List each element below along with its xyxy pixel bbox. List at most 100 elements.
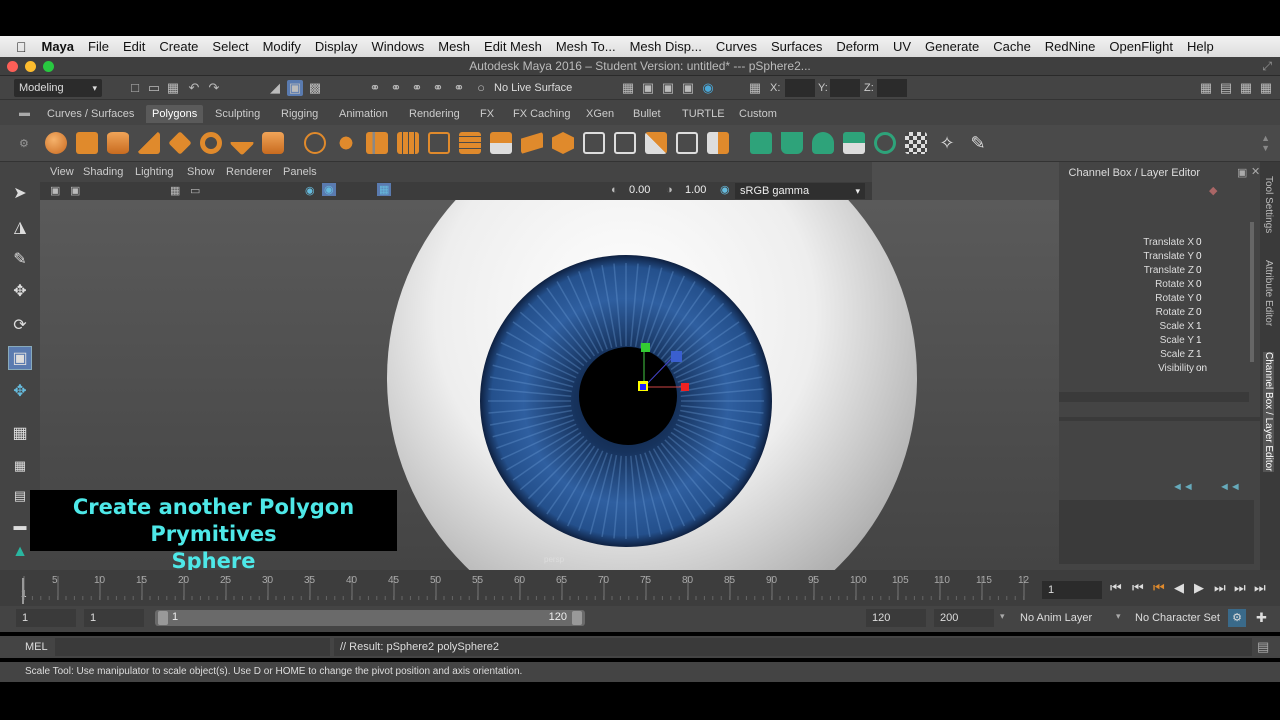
tab-channel-box[interactable]: Channel Box / Layer Editor xyxy=(1263,352,1274,472)
menu-deform[interactable]: Deform xyxy=(829,39,886,54)
range-handle-end[interactable] xyxy=(572,611,582,625)
cb-value[interactable]: 0 xyxy=(1196,279,1202,290)
vp-menu-panels[interactable]: Panels xyxy=(283,166,317,178)
poly-pipe-icon[interactable] xyxy=(262,132,284,154)
poly-sphere-icon[interactable] xyxy=(45,132,67,154)
tab-curves-surfaces[interactable]: Curves / Surfaces xyxy=(41,105,140,123)
zoom-window-button[interactable] xyxy=(43,61,54,72)
tab-polygons[interactable]: Polygons xyxy=(146,105,204,123)
menu-help[interactable]: Help xyxy=(1180,39,1221,54)
layer-new-icon[interactable]: ◄◄ xyxy=(1219,481,1241,493)
y-field[interactable] xyxy=(830,79,860,97)
tab-fx[interactable]: FX xyxy=(474,105,500,123)
bridge-icon[interactable] xyxy=(583,132,605,154)
time-slider[interactable]: 1510152025303540455055606570758085909510… xyxy=(0,570,1280,606)
scale-handle-y[interactable] xyxy=(641,343,650,352)
tab-fx-caching[interactable]: FX Caching xyxy=(507,105,576,123)
keyframe-icon[interactable]: ◆ xyxy=(1209,184,1217,197)
menu-curves[interactable]: Curves xyxy=(709,39,764,54)
bevel-icon[interactable] xyxy=(552,132,574,154)
rotate-tool-icon[interactable]: ⟳ xyxy=(8,314,32,338)
menu-rednine[interactable]: RedNine xyxy=(1038,39,1103,54)
snap-grid-icon[interactable]: ⚭ xyxy=(367,80,383,96)
cb-value[interactable]: 1 xyxy=(1196,335,1202,346)
uv-planar-icon[interactable] xyxy=(750,132,772,154)
cb-value[interactable]: 1 xyxy=(1196,349,1202,360)
uv-checker-icon[interactable] xyxy=(905,132,927,154)
new-scene-icon[interactable]: □ xyxy=(127,80,143,96)
close-icon[interactable]: ✕ xyxy=(1251,165,1260,178)
range-handle-start[interactable] xyxy=(158,611,168,625)
play-forward-icon[interactable]: ▶ xyxy=(1194,580,1204,596)
uv-unfold-icon[interactable] xyxy=(874,132,896,154)
x-field[interactable] xyxy=(785,79,815,97)
scale-handle-x[interactable] xyxy=(681,383,689,391)
color-space-select[interactable]: sRGB gamma ▾ xyxy=(735,183,865,199)
apple-icon[interactable]:  xyxy=(0,39,35,55)
current-time-marker[interactable] xyxy=(22,578,24,604)
tab-rigging[interactable]: Rigging xyxy=(275,105,324,123)
gear-icon[interactable]: ⚙ xyxy=(19,137,29,150)
chevron-down-icon[interactable]: ▾ xyxy=(1116,611,1121,622)
grid-icon[interactable]: ▦ xyxy=(170,184,180,197)
scale-handle-z[interactable] xyxy=(671,351,682,362)
menu-set-select[interactable]: Modeling ▾ xyxy=(14,79,102,97)
separate-icon[interactable] xyxy=(366,132,388,154)
go-to-start-icon[interactable]: ⏮ xyxy=(1110,580,1122,596)
poly-plane-icon[interactable] xyxy=(168,131,192,155)
exposure-value[interactable]: 0.00 xyxy=(629,184,650,196)
shelf-menu-icon[interactable]: ▬ xyxy=(19,107,30,119)
select-component-icon[interactable]: ▩ xyxy=(307,80,323,96)
render-icon[interactable]: ▣ xyxy=(640,80,656,96)
extrude-icon[interactable] xyxy=(521,132,543,154)
camera-attr-icon[interactable]: ▣ xyxy=(70,184,80,197)
live-surface-icon[interactable]: ○ xyxy=(473,80,489,96)
script-language-label[interactable]: MEL xyxy=(25,641,48,653)
xray-icon[interactable]: ▦ xyxy=(377,183,392,196)
menu-uv[interactable]: UV xyxy=(886,39,918,54)
append-icon[interactable] xyxy=(614,132,636,154)
playback-start-field[interactable]: 1 xyxy=(84,609,144,627)
cb-value[interactable]: 0 xyxy=(1196,237,1202,248)
channel-box-scrollbar[interactable] xyxy=(1250,222,1254,362)
snap-view-icon[interactable]: ⚭ xyxy=(430,80,446,96)
redo-icon[interactable]: ↷ xyxy=(206,80,222,96)
fullscreen-icon[interactable]: ⤢ xyxy=(1262,57,1272,76)
cb-scale-x[interactable]: Scale X1 xyxy=(1059,321,1249,335)
live-surface-label[interactable]: No Live Surface xyxy=(494,82,572,94)
tab-xgen[interactable]: XGen xyxy=(580,105,620,123)
cb-translate-x[interactable]: Translate X0 xyxy=(1059,237,1249,251)
layout-four-icon[interactable]: ▦ xyxy=(1238,80,1254,96)
wireframe-icon[interactable]: ◉ xyxy=(305,184,315,197)
scale-tool-icon[interactable]: ▣ xyxy=(8,346,32,370)
poly-torus-icon[interactable] xyxy=(200,132,222,154)
cb-value[interactable]: 0 xyxy=(1196,265,1202,276)
uv-spherical-icon[interactable] xyxy=(812,132,834,154)
booleans-icon[interactable] xyxy=(428,132,450,154)
menu-openflight[interactable]: OpenFlight xyxy=(1102,39,1180,54)
cb-scale-z[interactable]: Scale Z1 xyxy=(1059,349,1249,363)
float-panel-icon[interactable]: ▣ xyxy=(1237,166,1247,179)
tab-custom[interactable]: Custom xyxy=(733,105,783,123)
cb-translate-z[interactable]: Translate Z0 xyxy=(1059,265,1249,279)
shelf-scroll-icon[interactable]: ▲ ▼ xyxy=(1261,133,1270,153)
minimize-window-button[interactable] xyxy=(25,61,36,72)
menu-select[interactable]: Select xyxy=(205,39,255,54)
merge-icon[interactable] xyxy=(676,132,698,154)
move-tool-icon[interactable]: ✥ xyxy=(8,280,32,304)
anim-layer-label[interactable]: No Anim Layer xyxy=(1020,612,1092,624)
tab-bullet[interactable]: Bullet xyxy=(627,105,667,123)
menu-modify[interactable]: Modify xyxy=(256,39,308,54)
layout-single-icon[interactable]: ▤ xyxy=(1218,80,1234,96)
undo-icon[interactable]: ↶ xyxy=(186,80,202,96)
tab-turtle[interactable]: TURTLE xyxy=(676,105,731,123)
end-time-field[interactable]: 200 xyxy=(934,609,994,627)
current-frame-field[interactable]: 1 xyxy=(1042,581,1102,599)
cb-rotate-x[interactable]: Rotate X0 xyxy=(1059,279,1249,293)
close-window-button[interactable] xyxy=(7,61,18,72)
vp-menu-view[interactable]: View xyxy=(50,166,74,178)
gamma-value[interactable]: 1.00 xyxy=(685,184,706,196)
snap-surface-icon[interactable]: ⚭ xyxy=(451,80,467,96)
tab-tool-settings[interactable]: Tool Settings xyxy=(1263,176,1274,233)
auto-key-icon[interactable]: ✚ xyxy=(1256,610,1267,626)
